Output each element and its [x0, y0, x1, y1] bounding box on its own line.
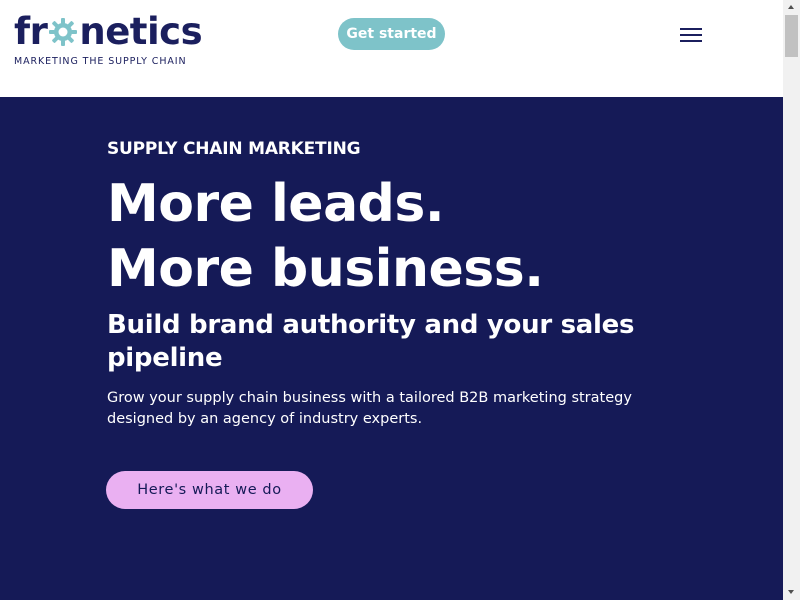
hero-subheadline: Build brand authority and your sales pip… — [107, 310, 635, 373]
hamburger-menu-icon[interactable] — [680, 26, 702, 44]
logo-prefix: fr — [14, 10, 48, 53]
logo-wordmark: fr netics — [14, 10, 203, 53]
logo-tagline: MARKETING THE SUPPLY CHAIN — [14, 56, 187, 67]
menu-bar-line — [680, 40, 702, 42]
menu-bar-line — [680, 34, 702, 36]
headline-line-1: More leads. — [107, 174, 445, 234]
site-header: fr netics MARKETING THE SUPPLY CHAIN Get … — [0, 0, 783, 97]
get-started-button[interactable]: Get started — [338, 18, 445, 50]
gear-icon — [48, 15, 78, 46]
vertical-scrollbar[interactable] — [783, 0, 800, 600]
scroll-down-arrow-icon[interactable] — [783, 585, 800, 599]
scroll-up-arrow-icon[interactable] — [783, 0, 800, 14]
menu-bar-line — [680, 28, 702, 30]
headline-line-2: More business. — [107, 239, 544, 299]
logo-link[interactable]: fr netics MARKETING THE SUPPLY CHAIN — [14, 10, 203, 68]
page: fr netics MARKETING THE SUPPLY CHAIN Get … — [0, 0, 800, 600]
hero-section: SUPPLY CHAIN MARKETING More leads. More … — [0, 97, 783, 600]
scrollbar-thumb[interactable] — [785, 15, 798, 57]
logo-suffix: netics — [79, 10, 203, 53]
hero-headline: More leads. More business. — [107, 172, 544, 302]
hero-eyebrow: SUPPLY CHAIN MARKETING — [107, 139, 361, 159]
hero-body-text: Grow your supply chain business with a t… — [107, 390, 632, 427]
heres-what-we-do-button[interactable]: Here's what we do — [106, 471, 313, 509]
